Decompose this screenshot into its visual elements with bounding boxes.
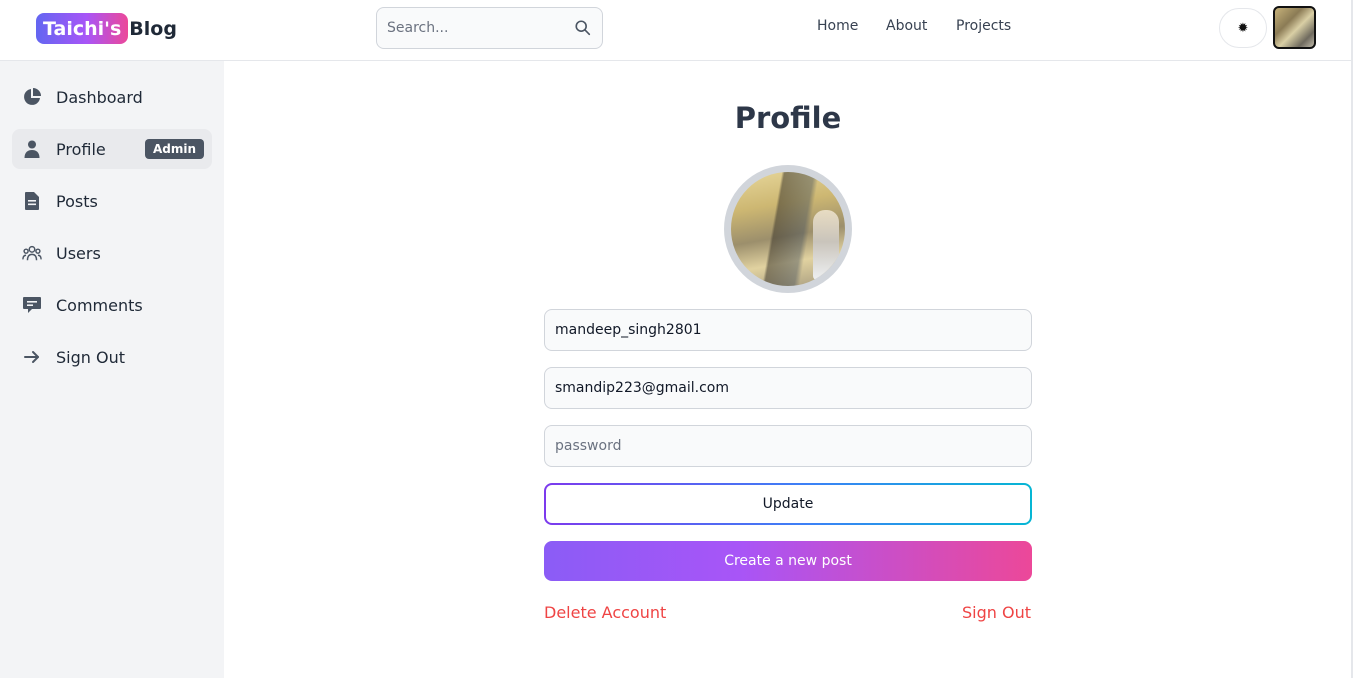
sidebar-item-label: Comments [56, 295, 143, 315]
brand-highlight: Taichi's [36, 13, 129, 44]
pie-chart-icon [22, 87, 42, 107]
update-button[interactable]: Update [544, 483, 1032, 525]
brand-logo[interactable]: Taichi's Blog [36, 13, 177, 44]
email-field[interactable] [544, 367, 1032, 409]
password-field[interactable] [544, 425, 1032, 467]
search-box[interactable]: Search... [376, 7, 603, 49]
users-icon [22, 243, 42, 263]
top-navbar: Taichi's Blog Search... Home About Proje… [0, 0, 1353, 61]
sidebar-item-label: Dashboard [56, 87, 143, 107]
sidebar-item-profile[interactable]: Profile Admin [12, 129, 212, 169]
profile-avatar[interactable] [724, 165, 852, 293]
sun-icon: ✹ [1237, 20, 1249, 35]
username-field[interactable] [544, 309, 1032, 351]
delete-account-link[interactable]: Delete Account [544, 603, 666, 622]
sidebar: Dashboard Profile Admin Posts Users Comm… [0, 61, 224, 678]
nav-home-link[interactable]: Home [817, 18, 858, 40]
update-button-label: Update [546, 485, 1030, 523]
nav-about-link[interactable]: About [886, 18, 927, 40]
brand-text: Blog [129, 17, 177, 40]
document-icon [22, 191, 42, 211]
user-icon [22, 139, 42, 159]
sidebar-item-label: Users [56, 243, 101, 263]
user-avatar-button[interactable] [1273, 6, 1316, 49]
sidebar-item-dashboard[interactable]: Dashboard [12, 77, 212, 117]
sidebar-item-comments[interactable]: Comments [12, 285, 212, 325]
sidebar-item-posts[interactable]: Posts [12, 181, 212, 221]
page-title: Profile [734, 101, 842, 135]
create-post-button[interactable]: Create a new post [544, 541, 1032, 581]
search-input[interactable]: Search... [387, 20, 574, 36]
sign-out-link[interactable]: Sign Out [962, 603, 1031, 622]
sidebar-item-label: Posts [56, 191, 98, 211]
sidebar-item-label: Profile [56, 139, 106, 159]
sidebar-item-sign-out[interactable]: Sign Out [12, 337, 212, 377]
avatar-figure [813, 210, 839, 280]
arrow-right-icon [22, 347, 42, 367]
admin-badge: Admin [144, 139, 204, 159]
sidebar-item-users[interactable]: Users [12, 233, 212, 273]
search-icon[interactable] [574, 19, 592, 37]
comment-icon [22, 295, 42, 315]
theme-toggle-button[interactable]: ✹ [1219, 8, 1267, 48]
sidebar-item-label: Sign Out [56, 347, 125, 367]
nav-projects-link[interactable]: Projects [956, 18, 1011, 40]
